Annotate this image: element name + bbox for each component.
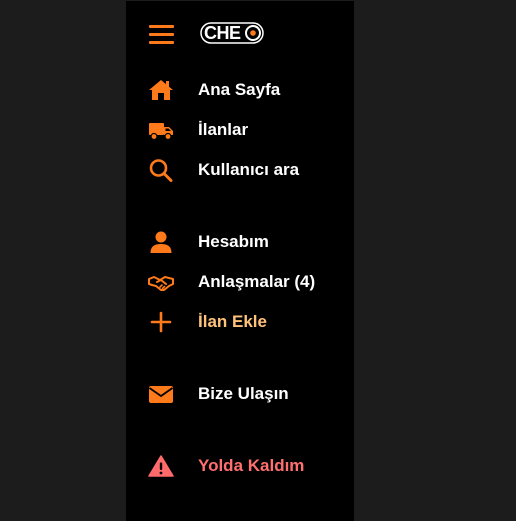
- user-icon: [148, 230, 174, 254]
- menu-item-account-label: Hesabım: [198, 232, 269, 251]
- navigation-drawer: CHE Ana Sayfa İlanlar Kullanıcı ara Hesa…: [126, 1, 354, 521]
- menu-item-deals[interactable]: Anlaşmalar (4): [126, 264, 354, 300]
- hamburger-menu-icon[interactable]: [149, 24, 175, 44]
- menu-item-home-label: Ana Sayfa: [198, 80, 281, 99]
- menu-item-add-listing-label: İlan Ekle: [198, 312, 267, 331]
- menu-item-deals-label: Anlaşmalar (4): [198, 272, 316, 291]
- search-icon: [148, 158, 174, 182]
- envelope-icon: [148, 382, 174, 406]
- drawer-header: CHE: [126, 1, 354, 65]
- menu-item-search-user[interactable]: Kullanıcı ara: [126, 152, 354, 188]
- menu-item-contact[interactable]: Bize Ulaşın: [126, 376, 354, 412]
- truck-icon: [148, 118, 174, 142]
- logo-text: CHE: [204, 23, 241, 43]
- app-logo: CHE: [200, 21, 266, 45]
- menu-item-listings-label: İlanlar: [198, 120, 249, 139]
- menu-item-listings[interactable]: İlanlar: [126, 112, 354, 148]
- menu-item-add-listing[interactable]: İlan Ekle: [126, 304, 354, 340]
- menu-item-contact-label: Bize Ulaşın: [198, 384, 289, 403]
- menu-item-stuck-on-road[interactable]: Yolda Kaldım: [126, 448, 354, 484]
- menu-item-stuck-on-road-label: Yolda Kaldım: [198, 456, 305, 475]
- plus-icon: [148, 310, 174, 334]
- menu-item-account[interactable]: Hesabım: [126, 224, 354, 260]
- home-icon: [148, 78, 174, 102]
- menu-item-home[interactable]: Ana Sayfa: [126, 72, 354, 108]
- menu-item-search-user-label: Kullanıcı ara: [198, 160, 300, 179]
- handshake-icon: [148, 270, 174, 294]
- warning-icon: [148, 454, 174, 478]
